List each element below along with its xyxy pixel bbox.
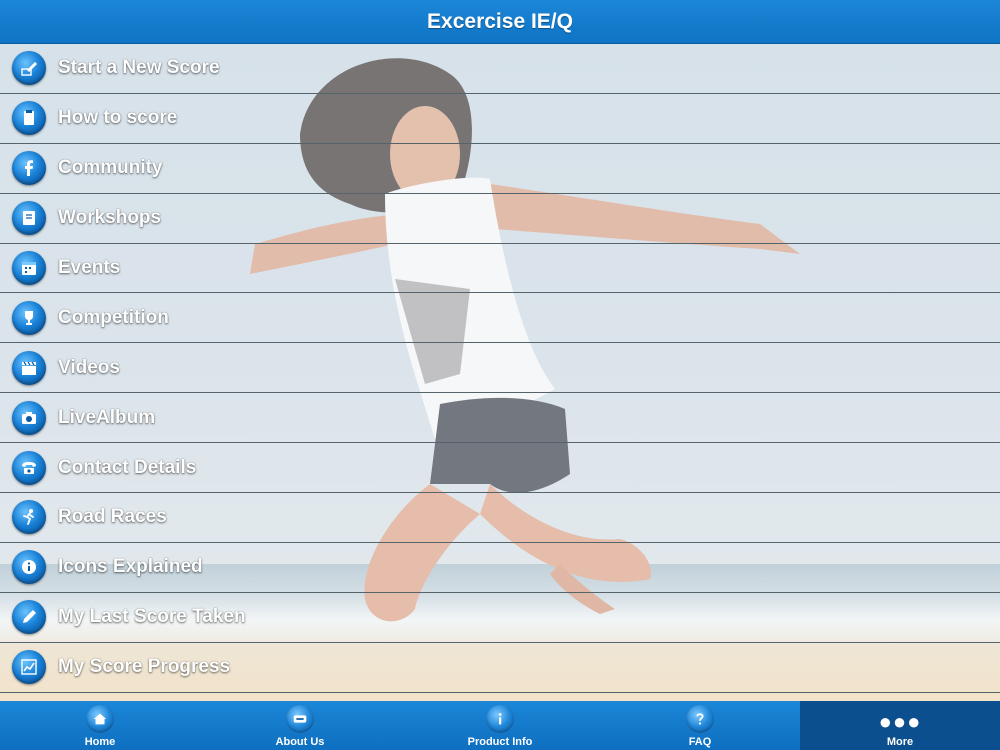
menu-item-label: LiveAlbum xyxy=(58,406,156,428)
menu-item-label: Workshops xyxy=(58,207,162,229)
menu-item-label: Road Races xyxy=(58,506,167,528)
menu-item-icons-explained[interactable]: Icons Explained xyxy=(0,543,1000,593)
menu-item-label: My Last Score Taken xyxy=(58,606,246,628)
clapperboard-icon xyxy=(12,350,46,385)
notebook-icon xyxy=(12,201,46,236)
menu-item-label: Videos xyxy=(58,356,120,378)
menu-item-livealbum[interactable]: LiveAlbum xyxy=(0,393,1000,444)
menu-item-start-new-score[interactable]: Start a New Score xyxy=(0,44,1000,94)
menu-item-label: How to score xyxy=(58,107,178,129)
home-icon xyxy=(86,705,114,733)
camera-icon xyxy=(12,400,46,435)
menu-item-workshops[interactable]: Workshops xyxy=(0,194,1000,244)
menu-item-competition[interactable]: Competition xyxy=(0,293,1000,344)
pencil-score-icon xyxy=(12,51,46,86)
menu-item-my-score-progress[interactable]: My Score Progress xyxy=(0,643,1000,693)
page-title: Excercise IE/Q xyxy=(427,9,573,33)
question-icon xyxy=(686,705,714,733)
more-dots-icon: ●●● xyxy=(878,709,922,734)
chart-icon xyxy=(12,650,46,685)
main-menu: Start a New Score How to score Community… xyxy=(0,44,1000,701)
menu-item-label: Start a New Score xyxy=(58,57,220,79)
menu-item-label: Icons Explained xyxy=(58,556,203,578)
app-header: Excercise IE/Q xyxy=(0,0,1000,44)
phone-icon xyxy=(12,450,46,485)
tab-about-us[interactable]: About Us xyxy=(200,701,400,750)
about-icon xyxy=(286,705,314,733)
tab-label: FAQ xyxy=(688,736,712,748)
menu-item-my-last-score[interactable]: My Last Score Taken xyxy=(0,593,1000,643)
pen-icon xyxy=(12,600,46,635)
calendar-icon xyxy=(12,251,46,285)
tab-label: More xyxy=(886,736,914,748)
tab-label: Product Info xyxy=(467,736,533,748)
menu-item-label: My Score Progress xyxy=(58,656,231,678)
bottom-tab-bar: Home About Us Product Info FAQ ●●● More xyxy=(0,701,1000,750)
menu-item-videos[interactable]: Videos xyxy=(0,343,1000,394)
menu-item-label: Events xyxy=(58,257,121,278)
trophy-icon xyxy=(12,300,46,335)
info-icon xyxy=(12,550,46,585)
info-icon xyxy=(486,705,514,733)
tab-home[interactable]: Home xyxy=(0,701,200,750)
menu-item-label: Competition xyxy=(58,306,169,328)
menu-item-events[interactable]: Events xyxy=(0,244,1000,294)
tab-product-info[interactable]: Product Info xyxy=(400,701,600,750)
tab-label: About Us xyxy=(275,736,325,748)
menu-item-label: Contact Details xyxy=(58,456,197,478)
runner-icon xyxy=(12,500,46,535)
menu-item-label: Community xyxy=(58,157,163,179)
facebook-icon xyxy=(12,151,46,186)
menu-item-road-races[interactable]: Road Races xyxy=(0,493,1000,543)
clipboard-icon xyxy=(12,101,46,136)
tab-faq[interactable]: FAQ xyxy=(600,701,800,750)
menu-item-how-to-score[interactable]: How to score xyxy=(0,94,1000,144)
menu-item-community[interactable]: Community xyxy=(0,144,1000,194)
menu-item-contact-details[interactable]: Contact Details xyxy=(0,443,1000,494)
tab-more[interactable]: ●●● More xyxy=(800,701,1000,750)
tab-label: Home xyxy=(84,736,116,748)
